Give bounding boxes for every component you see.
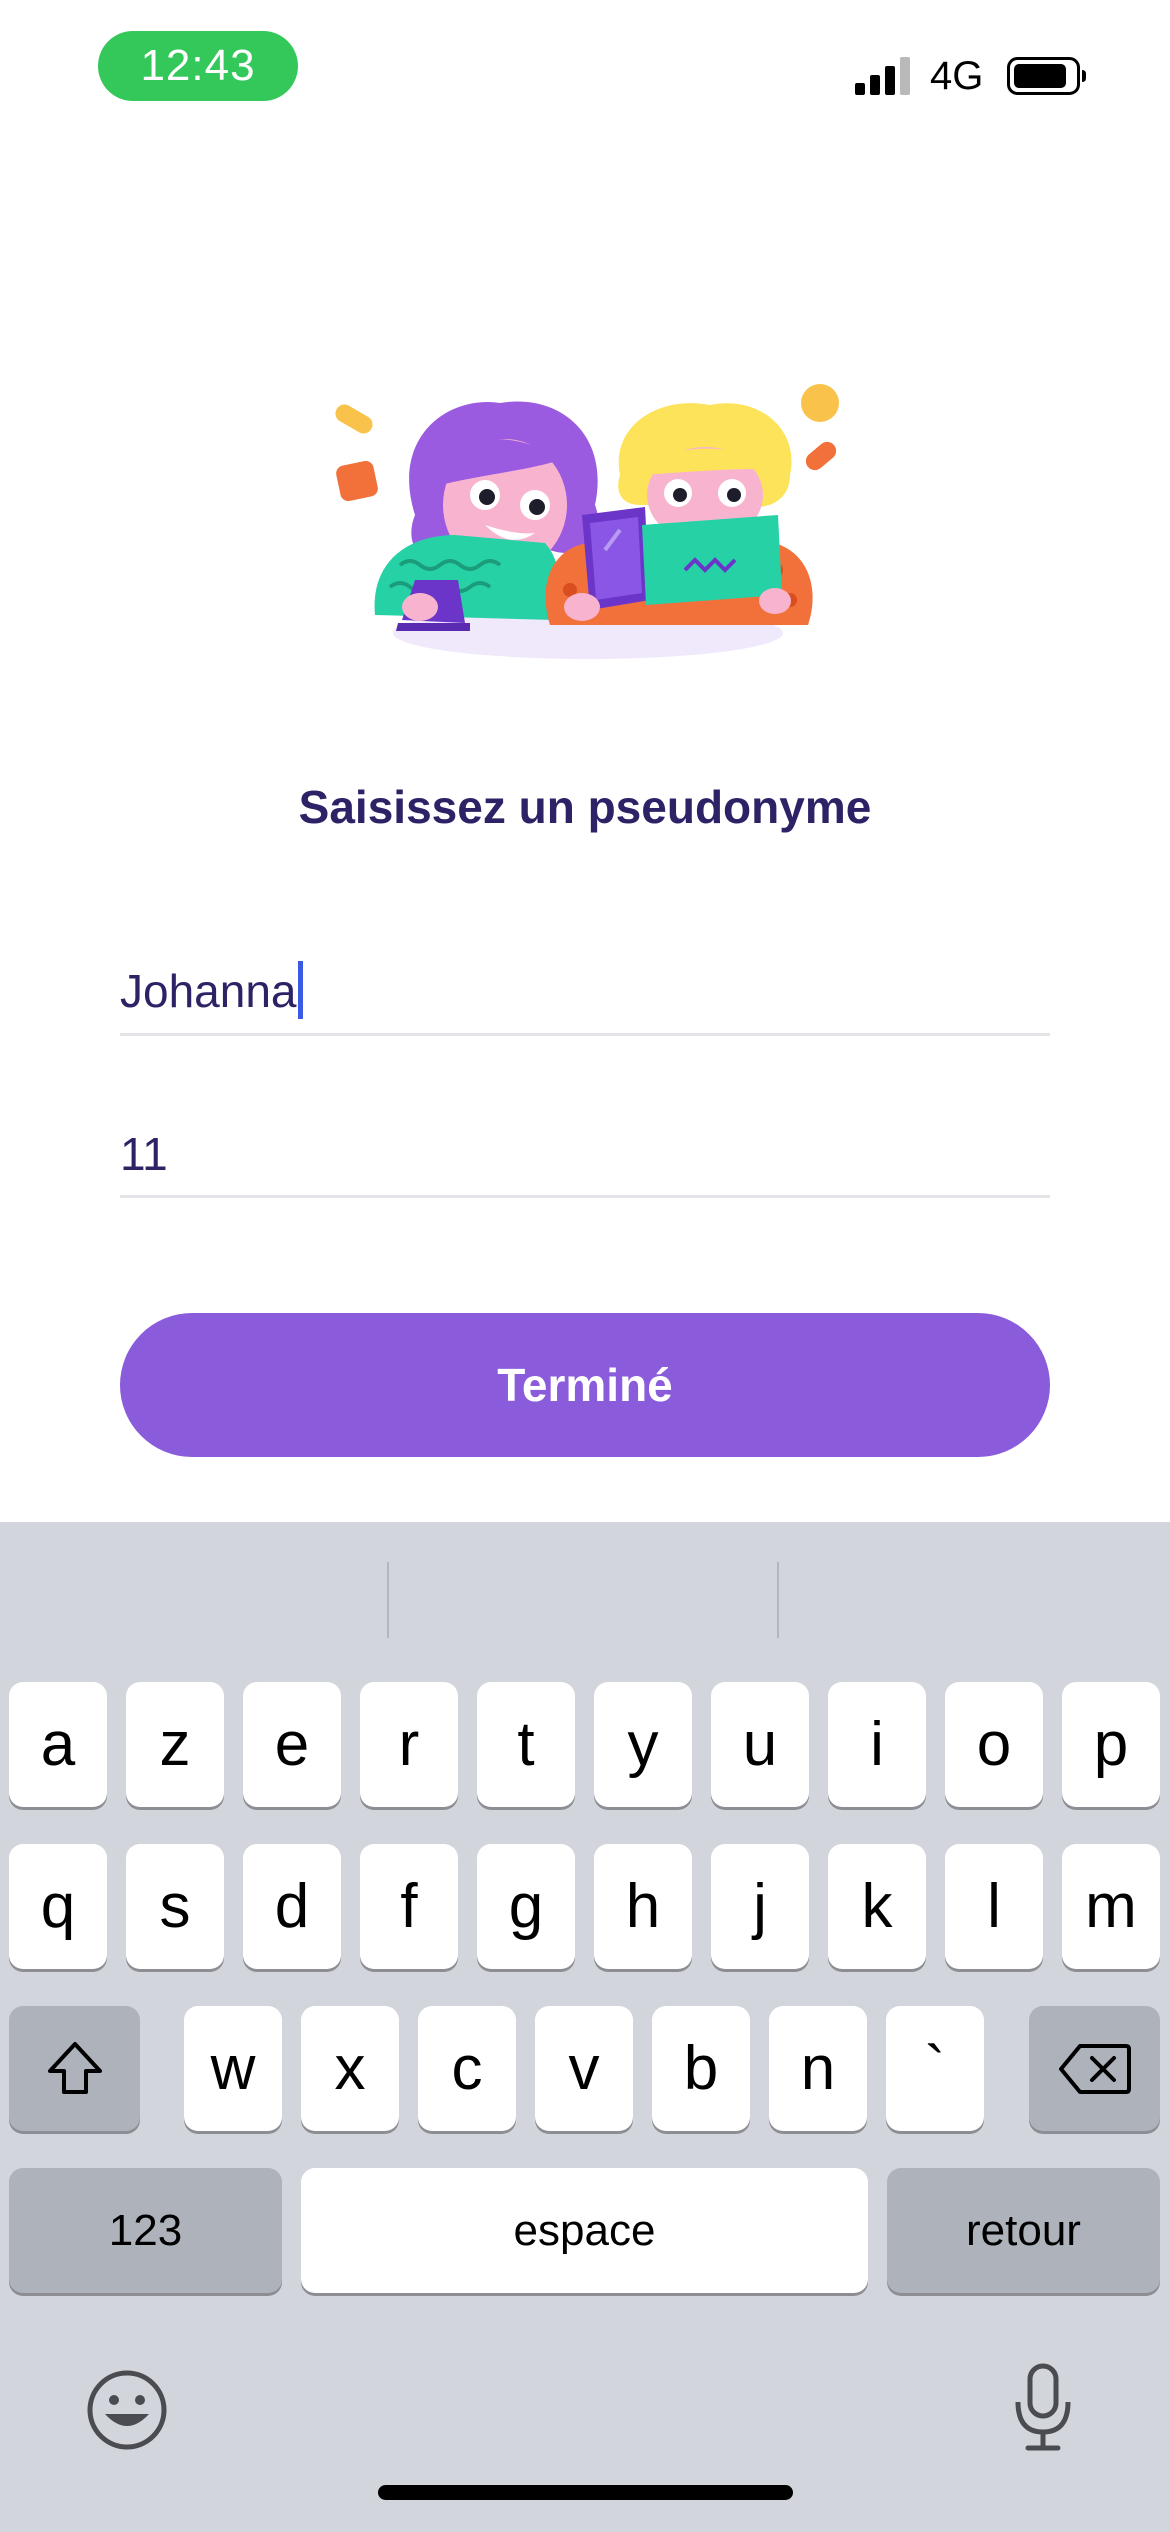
delete-icon [1058,2043,1131,2094]
age-value: 11 [120,1128,168,1180]
pseudonym-value-wrap: Johanna [120,961,303,1019]
key-e[interactable]: e [243,1682,341,1807]
network-type: 4G [930,54,984,98]
key-l[interactable]: l [945,1844,1043,1969]
key-j[interactable]: j [711,1844,809,1969]
age-field[interactable]: 11 [120,1105,1050,1198]
key-grave[interactable]: ` [886,2006,984,2131]
return-key[interactable]: retour [887,2168,1160,2293]
key-p[interactable]: p [1062,1682,1160,1807]
kids-with-tablet-illustration [335,384,839,659]
suggestion-divider [777,1562,779,1638]
key-b[interactable]: b [652,2006,750,2131]
key-f[interactable]: f [360,1844,458,1969]
key-r[interactable]: r [360,1682,458,1807]
cellular-signal-icon [855,55,915,95]
key-y[interactable]: y [594,1682,692,1807]
emoji-icon[interactable] [85,2368,169,2452]
key-g[interactable]: g [477,1844,575,1969]
keyboard: a z e r t y u i o p q s d f g h j k l m … [0,1522,1170,2532]
key-n[interactable]: n [769,2006,867,2131]
key-u[interactable]: u [711,1682,809,1807]
key-z[interactable]: z [126,1682,224,1807]
pseudonym-value: Johanna [120,965,297,1017]
key-o[interactable]: o [945,1682,1043,1807]
key-a[interactable]: a [9,1682,107,1807]
key-q[interactable]: q [9,1844,107,1969]
key-w[interactable]: w [184,2006,282,2131]
battery-icon [1007,57,1086,95]
key-t[interactable]: t [477,1682,575,1807]
key-m[interactable]: m [1062,1844,1160,1969]
key-d[interactable]: d [243,1844,341,1969]
done-button[interactable]: Terminé [120,1313,1050,1457]
key-k[interactable]: k [828,1844,926,1969]
pseudonym-field[interactable]: Johanna [120,943,1050,1036]
text-caret [297,961,303,1019]
numbers-key[interactable]: 123 [9,2168,282,2293]
space-key[interactable]: espace [301,2168,868,2293]
key-h[interactable]: h [594,1844,692,1969]
shift-icon [47,2041,102,2094]
page-title: Saisissez un pseudonyme [298,781,872,833]
suggestion-divider [387,1562,389,1638]
shift-key[interactable] [9,2006,140,2131]
screen: 12:43 4G Saisissez un pseudonyme Johanna… [0,0,1170,2532]
key-s[interactable]: s [126,1844,224,1969]
delete-key[interactable] [1029,2006,1160,2131]
key-v[interactable]: v [535,2006,633,2131]
home-indicator[interactable] [378,2485,793,2500]
key-c[interactable]: c [418,2006,516,2131]
microphone-icon[interactable] [1010,2362,1076,2454]
key-x[interactable]: x [301,2006,399,2131]
status-time[interactable]: 12:43 [98,31,298,101]
key-i[interactable]: i [828,1682,926,1807]
